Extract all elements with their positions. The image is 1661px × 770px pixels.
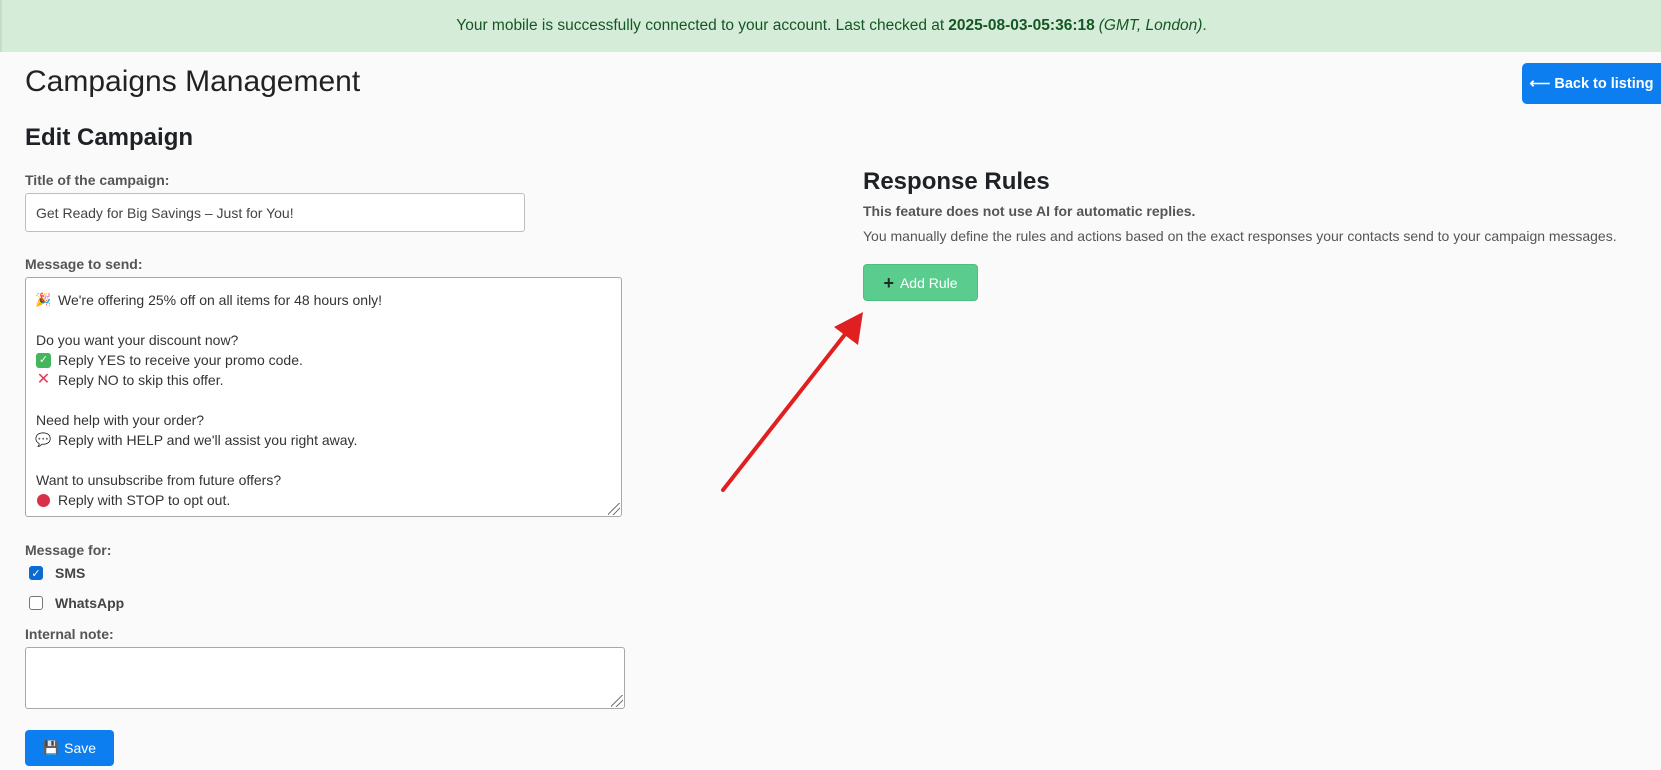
add-rule-button[interactable]: + Add Rule [863, 264, 978, 301]
message-line: ✓ Reply YES to receive your promo code. [36, 350, 611, 370]
campaign-title-input[interactable] [25, 193, 525, 232]
whatsapp-label: WhatsApp [55, 595, 125, 611]
add-rule-label: Add Rule [899, 274, 958, 291]
message-for-label: Message for: [25, 542, 112, 558]
banner-text: Your mobile is successfully connected to… [456, 17, 945, 34]
response-rules-ai-note: This feature does not use AI for automat… [863, 203, 1196, 219]
sms-label: SMS [55, 565, 86, 581]
message-line: ✕ Reply NO to skip this offer. [36, 370, 611, 390]
campaign-title-label: Title of the campaign: [25, 172, 170, 188]
check-mark-icon: ✓ [36, 352, 51, 368]
back-to-listing-button[interactable]: ⟵ Back to listing [1522, 63, 1661, 104]
message-line-text: We're offering 25% off on all items for … [58, 292, 383, 308]
message-line-text: Reply with STOP to opt out. [58, 492, 231, 508]
message-line [36, 310, 611, 330]
channel-sms-option[interactable]: ✓ SMS [29, 565, 85, 581]
message-textarea[interactable]: 🎉 We're offering 25% off on all items for… [25, 277, 622, 517]
cross-mark-icon: ✕ [36, 371, 51, 388]
message-line-text: Reply NO to skip this offer. [58, 372, 224, 388]
red-annotation-arrow-icon [721, 312, 863, 492]
message-line: Want to unsubscribe from future offers? [36, 470, 611, 490]
message-line-text: Reply YES to receive your promo code. [58, 352, 303, 368]
message-line-text: Need help with your order? [36, 412, 205, 428]
page-title: Campaigns Management [25, 65, 361, 98]
internal-note-label: Internal note: [25, 626, 114, 642]
channel-whatsapp-option[interactable]: WhatsApp [29, 595, 124, 611]
message-line: 💬 Reply with HELP and we'll assist you ri… [35, 430, 611, 450]
textarea-resize-handle[interactable] [608, 503, 620, 515]
response-rules-heading: Response Rules [863, 168, 1050, 195]
note-resize-handle[interactable] [611, 695, 623, 707]
party-popper-icon: 🎉 [35, 292, 52, 307]
banner-timezone: (GMT, London) [1098, 17, 1203, 34]
speech-bubble-icon: 💬 [35, 432, 52, 447]
message-label: Message to send: [25, 256, 143, 272]
message-line-text: Reply with HELP and we'll assist you rig… [58, 432, 358, 448]
message-line: Do you want your discount now? [36, 330, 611, 350]
banner-suffix: . [1202, 17, 1207, 34]
save-button[interactable]: 💾 Save [25, 730, 114, 766]
message-line [36, 390, 611, 410]
message-line: Need help with your order? [36, 410, 611, 430]
message-line [36, 450, 611, 470]
message-line: Reply with STOP to opt out. [36, 490, 611, 510]
message-line-text [36, 450, 40, 470]
plus-icon: + [883, 272, 894, 293]
sms-checkbox[interactable]: ✓ [29, 566, 43, 580]
internal-note-textarea[interactable] [25, 647, 625, 709]
edit-campaign-heading: Edit Campaign [25, 124, 194, 151]
message-line-text: Do you want your discount now? [36, 332, 239, 348]
connection-status-banner: Your mobile is successfully connected to… [0, 0, 1661, 52]
response-rules-description: You manually define the rules and action… [863, 228, 1617, 244]
save-label: Save [64, 740, 97, 756]
message-line: 🎉 We're offering 25% off on all items for… [35, 290, 611, 310]
whatsapp-checkbox[interactable] [29, 596, 43, 610]
banner-timestamp: 2025-08-03-05:36:18 [948, 17, 1095, 34]
message-line-text: Want to unsubscribe from future offers? [36, 472, 282, 488]
stop-sign-icon [37, 493, 50, 507]
message-line-text [36, 310, 40, 330]
message-line-text [36, 390, 40, 410]
floppy-disk-icon: 💾 [42, 740, 60, 755]
